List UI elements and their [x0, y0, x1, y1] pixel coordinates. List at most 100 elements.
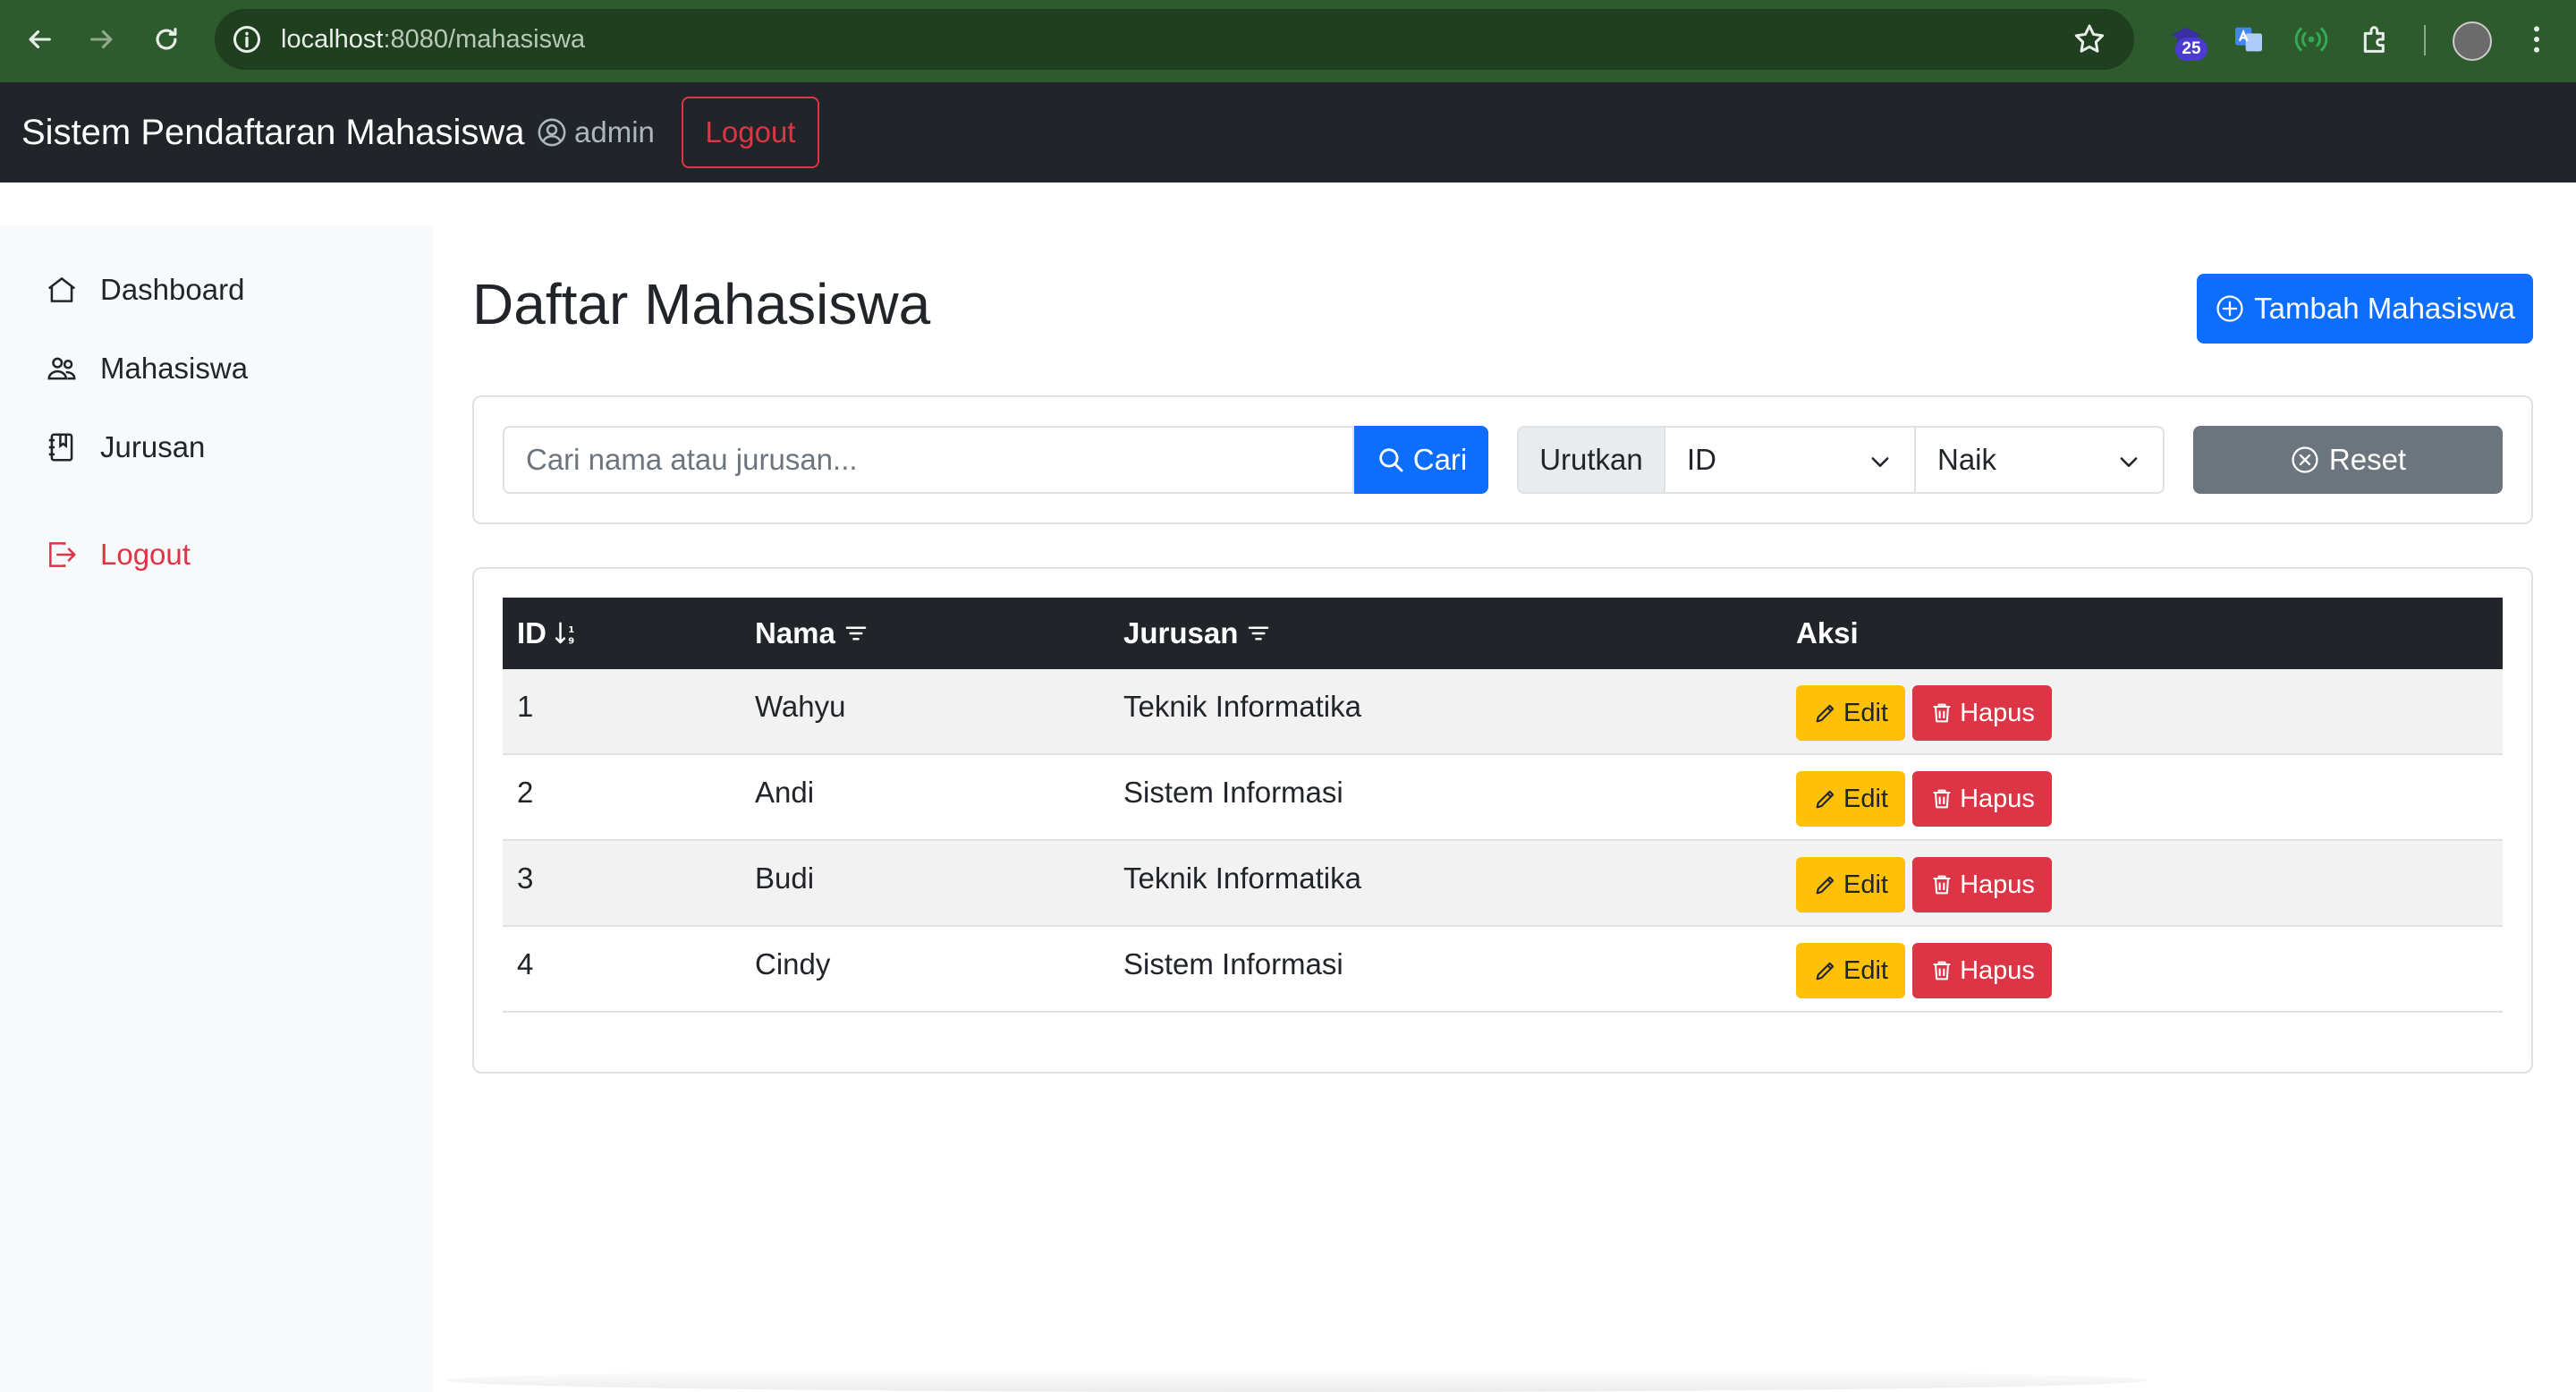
pencil-icon	[1816, 704, 1835, 723]
extension-translate-icon[interactable]	[2227, 18, 2270, 61]
navbar-user: admin	[537, 82, 655, 182]
table-row: 3 Budi Teknik Informatika Edit Hapus	[503, 841, 2503, 927]
extensions-puzzle-button[interactable]	[2354, 18, 2397, 61]
kebab-menu-icon	[2534, 26, 2539, 53]
search-icon	[1378, 448, 1403, 472]
column-header-nama[interactable]: Nama	[755, 598, 869, 669]
sidebar-item-label: Dashboard	[100, 273, 245, 306]
column-header-label: ID	[517, 616, 547, 649]
browser-menu-button[interactable]	[2515, 18, 2558, 61]
pencil-icon	[1816, 790, 1835, 809]
reset-button[interactable]: Reset	[2193, 426, 2503, 494]
delete-label: Hapus	[1960, 870, 2035, 899]
sidebar-item-jurusan[interactable]: Jurusan	[45, 420, 205, 474]
table-row: 4 Cindy Sistem Informasi Edit Hapus	[503, 927, 2503, 1013]
edit-button[interactable]: Edit	[1796, 857, 1905, 912]
svg-text:9: 9	[568, 636, 574, 646]
pencil-icon	[1816, 876, 1835, 895]
cell-jurusan: Sistem Informasi	[1123, 776, 1343, 809]
filter-icon	[845, 626, 867, 641]
sidebar-item-logout[interactable]: Logout	[45, 528, 191, 581]
x-circle-icon	[2292, 446, 2318, 473]
sidebar-item-label: Mahasiswa	[100, 352, 249, 385]
chevron-down-icon	[2120, 457, 2138, 467]
column-header-label: Jurusan	[1123, 616, 1239, 649]
trash-icon	[1933, 789, 1951, 809]
pencil-icon	[1816, 962, 1835, 980]
svg-text:1: 1	[568, 625, 574, 635]
edit-label: Edit	[1843, 698, 1888, 727]
translate-icon	[2235, 27, 2262, 52]
url-host: localhost	[281, 25, 384, 54]
edit-button[interactable]: Edit	[1796, 771, 1905, 827]
forward-button[interactable]	[79, 16, 125, 63]
page-title: Daftar Mahasiswa	[472, 272, 931, 336]
box-arrow-right-icon	[49, 542, 76, 567]
arrow-right-icon	[90, 30, 113, 49]
reset-button-label: Reset	[2328, 443, 2407, 476]
cell-nama: Cindy	[755, 947, 831, 980]
sort-field-value: ID	[1687, 443, 1716, 476]
reload-icon	[156, 28, 177, 50]
sort-field-select[interactable]: ID	[1664, 426, 1916, 494]
cell-nama: Budi	[755, 862, 815, 895]
trash-icon	[1933, 875, 1951, 895]
navbar-brand[interactable]: Sistem Pendaftaran Mahasiswa	[21, 82, 525, 182]
cell-id: 3	[517, 862, 534, 895]
trash-icon	[1933, 961, 1951, 980]
profile-avatar[interactable]	[2453, 21, 2492, 61]
column-header-id[interactable]: ID 19	[517, 598, 580, 669]
toolbar-divider	[2424, 25, 2426, 55]
column-header-label: Aksi	[1796, 616, 1859, 649]
delete-button[interactable]: Hapus	[1912, 771, 2052, 827]
search-button[interactable]: Cari	[1354, 426, 1488, 494]
back-button[interactable]	[16, 16, 63, 63]
sort-label: Urutkan	[1517, 426, 1665, 494]
column-header-aksi: Aksi	[1796, 598, 1859, 669]
delete-label: Hapus	[1960, 698, 2035, 727]
edit-label: Edit	[1843, 870, 1888, 899]
delete-label: Hapus	[1960, 784, 2035, 813]
sidebar-item-dashboard[interactable]: Dashboard	[45, 263, 244, 317]
person-circle-icon	[538, 118, 566, 147]
add-student-button[interactable]: Tambah Mahasiswa	[2197, 274, 2533, 344]
cell-id: 4	[517, 947, 534, 980]
sort-order-select[interactable]: Naik	[1914, 426, 2165, 494]
cell-jurusan: Sistem Informasi	[1123, 947, 1343, 980]
address-bar[interactable]: localhost:8080/mahasiswa	[215, 9, 2134, 70]
table-row: 2 Andi Sistem Informasi Edit Hapus	[503, 755, 2503, 841]
cell-id: 2	[517, 776, 534, 809]
page-bottom-shadow	[447, 1369, 2147, 1392]
navbar-logout-button[interactable]: Logout	[682, 97, 819, 168]
chevron-down-icon	[1871, 457, 1889, 467]
delete-label: Hapus	[1960, 955, 2035, 985]
sort-order-value: Naik	[1937, 443, 1997, 476]
sidebar: Dashboard Mahasiswa Jurusan Logout	[0, 225, 433, 1392]
navbar-username: admin	[574, 115, 655, 149]
search-button-label: Cari	[1412, 443, 1468, 476]
trash-icon	[1933, 703, 1951, 723]
column-header-jurusan[interactable]: Jurusan	[1123, 598, 1272, 669]
delete-button[interactable]: Hapus	[1912, 857, 2052, 912]
search-input[interactable]: Cari nama atau jurusan...	[503, 426, 1354, 494]
bookmark-star-icon[interactable]	[2072, 21, 2107, 57]
cell-nama: Andi	[755, 776, 815, 809]
cell-jurusan: Teknik Informatika	[1123, 862, 1361, 895]
cell-id: 1	[517, 690, 534, 723]
edit-button[interactable]: Edit	[1796, 685, 1905, 741]
reload-button[interactable]	[143, 16, 190, 63]
table-header: ID 19 Nama Jurusan Aksi	[503, 598, 2503, 669]
sidebar-logout-label: Logout	[100, 538, 191, 571]
extension-broadcast-icon[interactable]	[2290, 18, 2333, 61]
delete-button[interactable]: Hapus	[1912, 943, 2052, 998]
edit-button[interactable]: Edit	[1796, 943, 1905, 998]
journal-icon	[48, 433, 73, 462]
table-row: 1 Wahyu Teknik Informatika Edit Hapus	[503, 669, 2503, 755]
url-path: :8080/mahasiswa	[383, 25, 586, 54]
broadcast-icon	[2294, 27, 2328, 52]
add-student-label: Tambah Mahasiswa	[2254, 292, 2515, 325]
site-info-icon[interactable]	[231, 23, 263, 55]
delete-button[interactable]: Hapus	[1912, 685, 2052, 741]
sidebar-item-mahasiswa[interactable]: Mahasiswa	[45, 342, 248, 395]
edit-label: Edit	[1843, 955, 1888, 985]
